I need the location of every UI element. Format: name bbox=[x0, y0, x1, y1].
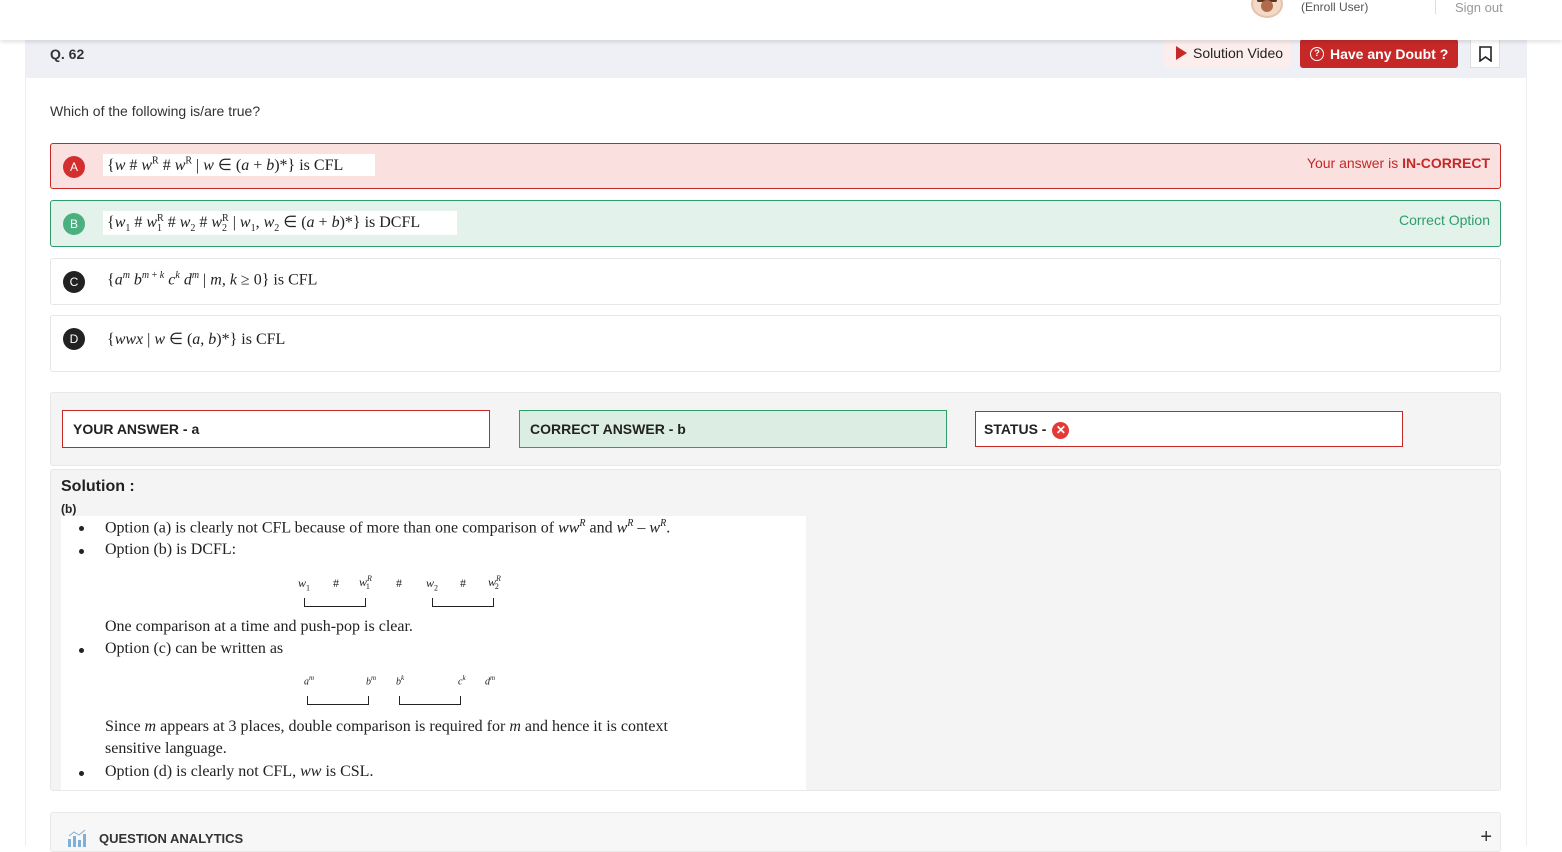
question-text: Which of the following is/are true? bbox=[50, 103, 261, 119]
diagram-c-ck: ck bbox=[458, 674, 466, 688]
option-b[interactable]: B {w1 # w1R # w2 # w2R | w1, w2 ∈ (a + b… bbox=[50, 200, 1501, 247]
analytics-chart-icon bbox=[68, 829, 86, 847]
option-b-expression: {w1 # w1R # w2 # w2R | w1, w2 ∈ (a + b)*… bbox=[103, 211, 457, 236]
option-c-badge: C bbox=[63, 271, 85, 293]
bookmark-button[interactable] bbox=[1470, 39, 1500, 68]
option-b-badge: B bbox=[63, 213, 85, 235]
diagram-c-bm: bm bbox=[366, 674, 377, 688]
bullet bbox=[79, 549, 84, 554]
diagram-b-w1R: wR1 bbox=[359, 574, 372, 592]
diagram-c-bracket-2 bbox=[399, 696, 461, 705]
option-c-expression: {am bm + k ck dm | m, k ≥ 0} is CFL bbox=[103, 269, 322, 291]
diagram-b-w2R: wR2 bbox=[488, 574, 501, 592]
sign-out-link[interactable]: Sign out bbox=[1455, 0, 1503, 15]
incorrect-icon: ✕ bbox=[1052, 421, 1070, 439]
topbar-divider bbox=[1435, 0, 1436, 14]
option-a-status: Your answer is IN-CORRECT bbox=[1306, 155, 1490, 171]
avatar-face bbox=[1261, 0, 1273, 12]
solution-line-7: Option (d) is clearly not CFL, ww is CSL… bbox=[105, 763, 374, 780]
top-bar: (Enroll User) Sign out bbox=[0, 0, 1562, 40]
question-analytics-panel[interactable]: QUESTION ANALYTICS + bbox=[50, 812, 1501, 852]
user-avatar[interactable] bbox=[1251, 0, 1283, 18]
solution-video-button[interactable]: Solution Video bbox=[1164, 39, 1291, 67]
solution-line-1: Option (a) is clearly not CFL because of… bbox=[105, 518, 671, 537]
option-a-badge: A bbox=[63, 156, 85, 178]
option-c[interactable]: C {am bm + k ck dm | m, k ≥ 0} is CFL bbox=[50, 258, 1501, 305]
option-d-badge: D bbox=[63, 328, 85, 350]
bullet bbox=[79, 648, 84, 653]
option-c-suffix: is CFL bbox=[269, 271, 318, 289]
diagram-c-bk: bk bbox=[396, 674, 405, 688]
solution-line-3: One comparison at a time and push-pop is… bbox=[105, 618, 413, 635]
bookmark-icon bbox=[1479, 46, 1492, 62]
diagram-c-am: am bbox=[304, 674, 315, 688]
bullet bbox=[79, 526, 84, 531]
solution-video-label: Solution Video bbox=[1193, 45, 1284, 61]
play-icon bbox=[1176, 46, 1187, 60]
solution-answer-tag: (b) bbox=[61, 502, 77, 516]
solution-line-2: Option (b) is DCFL: bbox=[105, 541, 237, 558]
have-doubt-label: Have any Doubt ? bbox=[1330, 45, 1449, 62]
solution-title: Solution : bbox=[61, 478, 135, 495]
question-number: Q. 62 bbox=[50, 46, 85, 62]
correct-answer-box: CORRECT ANSWER - b bbox=[519, 410, 947, 448]
solution-content: Option (a) is clearly not CFL because of… bbox=[61, 516, 806, 790]
diagram-b-bracket-2 bbox=[432, 598, 494, 607]
option-a-suffix: is CFL bbox=[295, 157, 344, 174]
status-label: STATUS - bbox=[984, 421, 1051, 437]
enroll-user-label: (Enroll User) bbox=[1301, 0, 1369, 14]
question-bubble-icon: ? bbox=[1310, 46, 1324, 61]
diagram-b-hash-2: # bbox=[396, 576, 402, 590]
diagram-b-bracket-1 bbox=[304, 598, 366, 607]
diagram-c-bracket-1 bbox=[307, 696, 369, 705]
diagram-b-hash-3: # bbox=[460, 576, 466, 590]
your-answer-box: YOUR ANSWER - a bbox=[62, 410, 490, 448]
have-doubt-button[interactable]: ? Have any Doubt ? bbox=[1300, 39, 1458, 68]
option-b-status: Correct Option bbox=[1398, 212, 1490, 228]
diagram-c-dm: dm bbox=[485, 674, 496, 688]
solution-line-5: Since m appears at 3 places, double comp… bbox=[105, 718, 668, 735]
diagram-b-w2: w2 bbox=[426, 576, 439, 593]
status-box: STATUS - ✕ bbox=[975, 411, 1403, 447]
answer-summary-bar: YOUR ANSWER - a CORRECT ANSWER - b STATU… bbox=[50, 392, 1501, 466]
question-analytics-label: QUESTION ANALYTICS bbox=[99, 831, 244, 846]
option-a-expression: {w # wR # wR | w ∈ (a + b)*} is CFL bbox=[103, 154, 375, 176]
diagram-b-w1: w1 bbox=[298, 576, 311, 593]
option-a[interactable]: A {w # wR # wR | w ∈ (a + b)*} is CFL Yo… bbox=[50, 143, 1501, 189]
option-d-expression: {wwx | w ∈ (a, b)*} is CFL bbox=[103, 328, 290, 350]
solution-line-6: sensitive language. bbox=[105, 740, 227, 757]
bullet bbox=[79, 771, 84, 776]
option-b-suffix: is DCFL bbox=[360, 214, 421, 231]
solution-line-4: Option (c) can be written as bbox=[105, 640, 284, 657]
option-d[interactable]: D {wwx | w ∈ (a, b)*} is CFL bbox=[50, 315, 1501, 372]
diagram-b-hash-1: # bbox=[333, 576, 339, 590]
option-d-suffix: is CFL bbox=[237, 331, 286, 348]
